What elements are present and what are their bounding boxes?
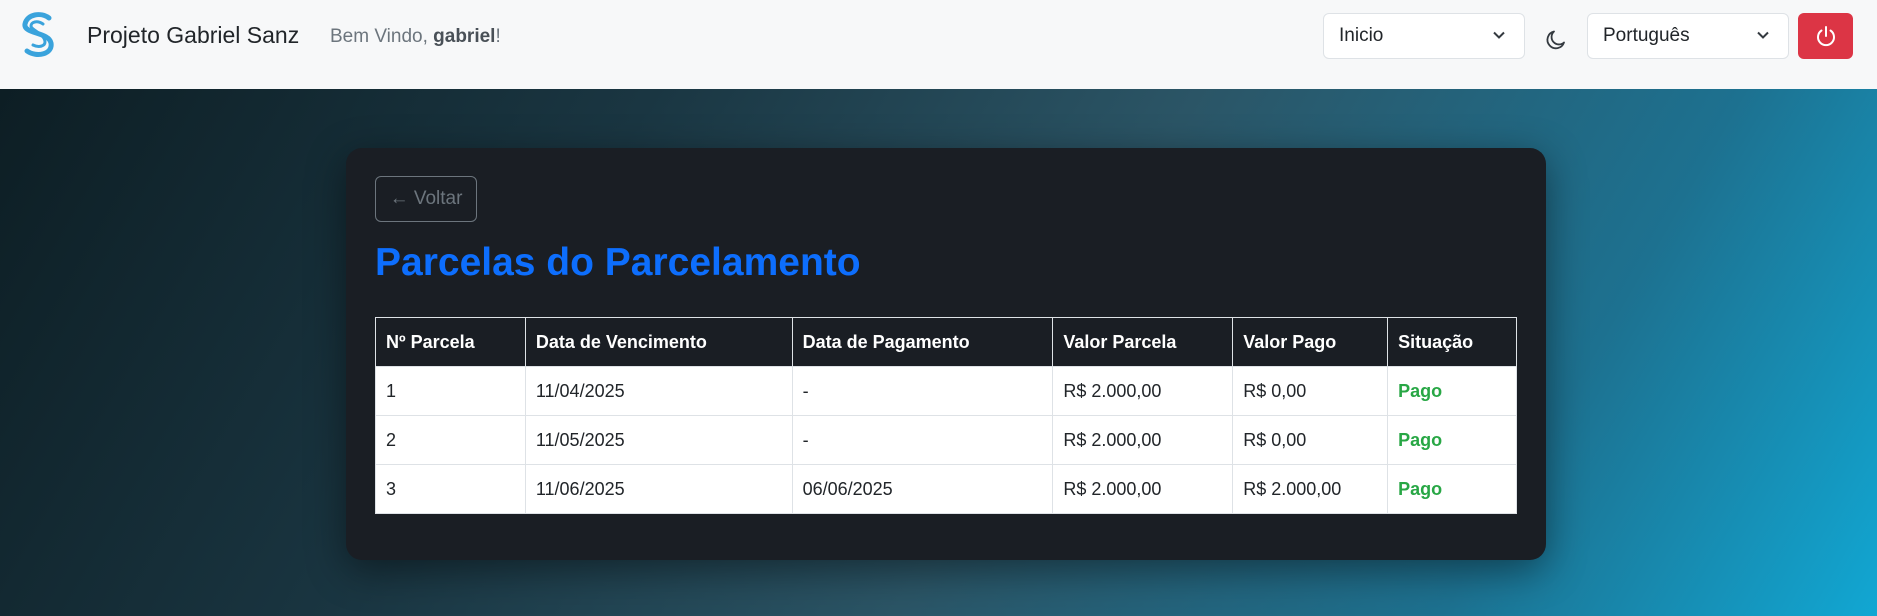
cell-status: Pago <box>1387 464 1517 514</box>
cell-installment-value: R$ 2.000,00 <box>1052 415 1234 465</box>
cell-installment: 3 <box>375 464 526 514</box>
cell-status: Pago <box>1387 366 1517 416</box>
col-header-payment-date: Data de Pagamento <box>791 317 1054 367</box>
col-header-paid-value: Valor Pago <box>1232 317 1389 367</box>
page-title: Parcelas do Parcelamento <box>375 241 861 284</box>
installments-card: ← Voltar Parcelas do Parcelamento Nº Par… <box>346 148 1546 560</box>
col-header-installment-value: Valor Parcela <box>1052 317 1234 367</box>
table-row: 1 11/04/2025 - R$ 2.000,00 R$ 0,00 Pago <box>375 366 1517 416</box>
cell-due-date: 11/05/2025 <box>524 415 793 465</box>
cell-installment: 1 <box>375 366 526 416</box>
cell-paid-value: R$ 0,00 <box>1232 366 1389 416</box>
back-button[interactable]: ← Voltar <box>375 176 477 222</box>
moon-icon <box>1546 30 1565 50</box>
welcome-suffix: ! <box>495 26 501 47</box>
logout-button[interactable] <box>1798 13 1853 59</box>
chevron-down-icon <box>1757 31 1769 39</box>
cell-due-date: 11/06/2025 <box>524 464 793 514</box>
cell-payment-date: - <box>791 366 1054 416</box>
cell-status: Pago <box>1387 415 1517 465</box>
cell-installment: 2 <box>375 415 526 465</box>
top-navbar: Projeto Gabriel Sanz Bem Vindo, gabriel!… <box>0 0 1877 89</box>
username: gabriel <box>433 26 496 47</box>
welcome-prefix: Bem Vindo, <box>330 26 434 47</box>
table-row: 2 11/05/2025 - R$ 2.000,00 R$ 0,00 Pago <box>375 415 1517 465</box>
table-header-row: Nº Parcela Data de Vencimento Data de Pa… <box>375 317 1517 367</box>
theme-toggle-button[interactable] <box>1540 24 1572 56</box>
page-nav-select[interactable]: Inicio <box>1323 13 1525 59</box>
cell-installment-value: R$ 2.000,00 <box>1052 464 1234 514</box>
col-header-status: Situação <box>1387 317 1517 367</box>
cell-installment-value: R$ 2.000,00 <box>1052 366 1234 416</box>
cell-payment-date: 06/06/2025 <box>791 464 1054 514</box>
page-nav-value: Inicio <box>1339 25 1384 46</box>
installments-table: Nº Parcela Data de Vencimento Data de Pa… <box>375 317 1517 514</box>
cell-paid-value: R$ 2.000,00 <box>1232 464 1389 514</box>
col-header-installment: Nº Parcela <box>375 317 526 367</box>
cell-due-date: 11/04/2025 <box>524 366 793 416</box>
language-value: Português <box>1603 25 1690 46</box>
chevron-down-icon <box>1493 31 1505 39</box>
col-header-due-date: Data de Vencimento <box>524 317 793 367</box>
cell-paid-value: R$ 0,00 <box>1232 415 1389 465</box>
logo-icon[interactable] <box>19 12 57 57</box>
cell-payment-date: - <box>791 415 1054 465</box>
welcome-message: Bem Vindo, gabriel! <box>330 26 501 48</box>
brand-title[interactable]: Projeto Gabriel Sanz <box>87 22 299 49</box>
power-icon <box>1816 26 1835 47</box>
language-select[interactable]: Português <box>1587 13 1789 59</box>
table-row: 3 11/06/2025 06/06/2025 R$ 2.000,00 R$ 2… <box>375 464 1517 514</box>
